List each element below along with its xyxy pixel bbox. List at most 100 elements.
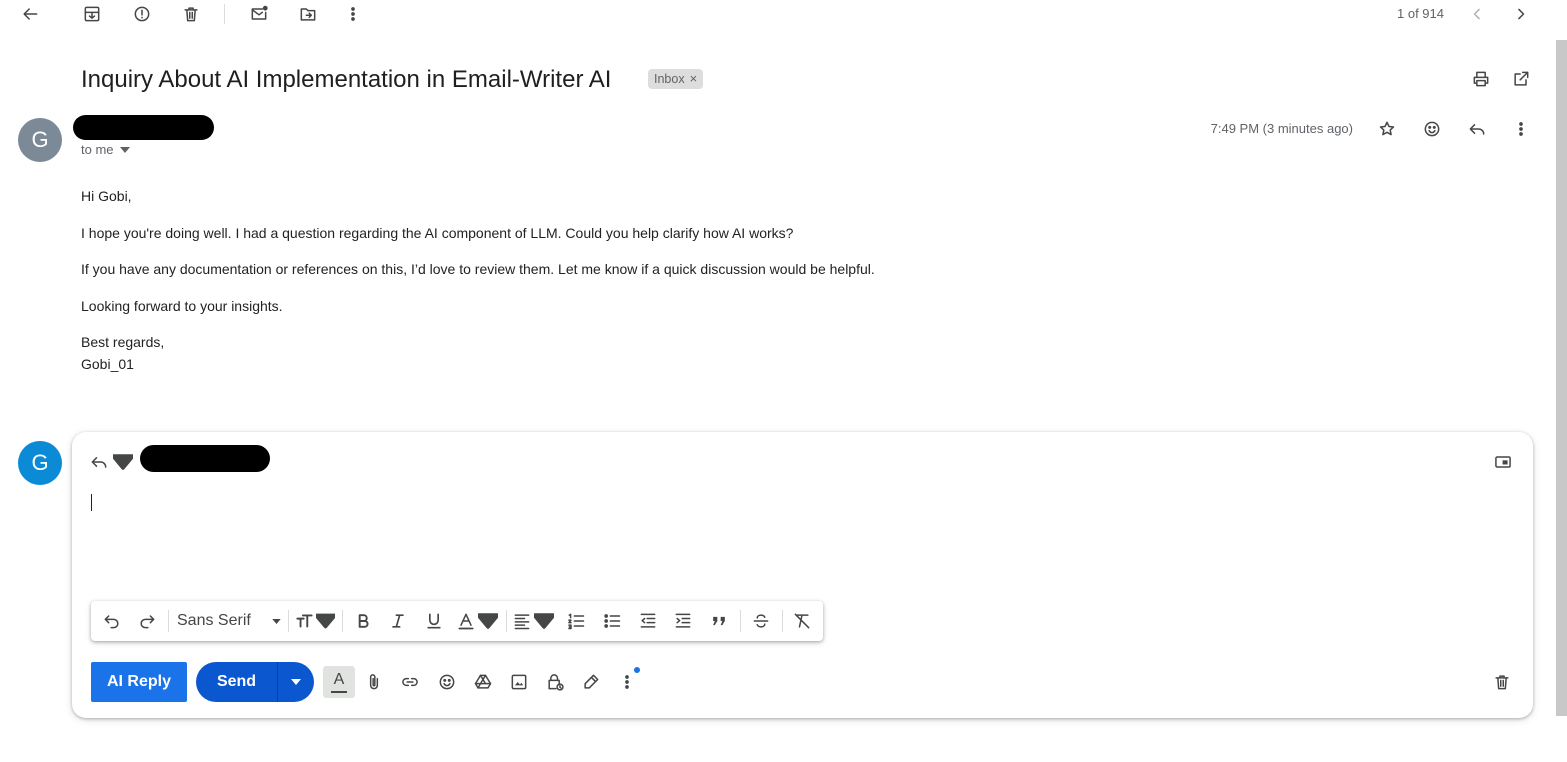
pop-out-reply-button[interactable] (1487, 446, 1519, 478)
quote-button[interactable] (703, 605, 735, 637)
body-signature: Gobi_01 (81, 356, 134, 372)
undo-button[interactable] (96, 605, 128, 637)
text-size-icon (296, 614, 313, 628)
attach-files-button[interactable] (358, 666, 390, 698)
insert-signature-button[interactable] (575, 666, 607, 698)
strikethrough-button[interactable] (745, 605, 777, 637)
body-paragraph-2: If you have any documentation or referen… (81, 261, 875, 277)
body-closing: Best regards, (81, 334, 165, 350)
emoji-icon (439, 674, 455, 690)
font-size-dropdown[interactable] (295, 605, 335, 637)
recipient-text: to me (81, 142, 114, 157)
indent-less-button[interactable] (632, 605, 664, 637)
format-divider (740, 610, 741, 632)
bulleted-list-icon (604, 614, 621, 628)
reply-button[interactable] (1461, 113, 1493, 145)
send-button-group: Send (196, 662, 314, 702)
align-dropdown[interactable] (511, 605, 555, 637)
mark-unread-icon (251, 5, 268, 20)
emoji-react-button[interactable] (1416, 113, 1448, 145)
insert-emoji-button[interactable] (431, 666, 463, 698)
paperclip-icon (369, 674, 379, 690)
insert-drive-file-button[interactable] (467, 666, 499, 698)
newer-button[interactable] (1461, 0, 1493, 30)
indent-more-icon (675, 613, 691, 628)
reply-user-avatar[interactable]: G (18, 441, 62, 485)
more-vert-icon (1519, 122, 1523, 136)
google-drive-icon (474, 674, 492, 689)
font-family-label: Sans Serif (177, 612, 251, 629)
recipient-details-toggle[interactable]: to me (81, 142, 130, 157)
mark-unread-button[interactable] (243, 0, 275, 30)
star-button[interactable] (1371, 113, 1403, 145)
chevron-left-icon (1473, 8, 1480, 20)
bulleted-list-button[interactable] (596, 605, 628, 637)
remove-label-button[interactable]: × (690, 69, 698, 89)
insert-photo-button[interactable] (503, 666, 535, 698)
open-new-window-button[interactable] (1505, 63, 1537, 95)
more-options-button[interactable] (337, 0, 369, 30)
italic-button[interactable] (382, 605, 414, 637)
quote-icon (713, 616, 725, 626)
archive-icon (84, 6, 100, 22)
caret-down-icon (291, 679, 301, 685)
trash-icon (184, 7, 198, 22)
notification-dot (634, 667, 640, 673)
send-button[interactable]: Send (196, 662, 277, 702)
formatting-options-toggle[interactable]: A (323, 666, 355, 698)
redo-button[interactable] (131, 605, 163, 637)
format-divider (342, 610, 343, 632)
confidential-mode-button[interactable] (539, 666, 571, 698)
star-icon (1379, 121, 1395, 136)
print-icon (1473, 71, 1489, 87)
remove-formatting-button[interactable] (786, 605, 818, 637)
lock-clock-icon (548, 674, 564, 691)
chevron-right-icon (1518, 8, 1525, 20)
more-vert-icon (625, 675, 629, 689)
underline-button[interactable] (418, 605, 450, 637)
open-in-new-icon (1514, 71, 1529, 86)
older-button[interactable] (1505, 0, 1537, 30)
redacted-sender-name (73, 115, 214, 140)
clear-formatting-icon (794, 613, 810, 629)
text-color-dropdown[interactable] (455, 605, 499, 637)
message-more-button[interactable] (1505, 113, 1537, 145)
format-divider (506, 610, 507, 632)
back-arrow-icon (23, 8, 38, 20)
link-icon (402, 677, 418, 687)
reply-icon (1469, 124, 1485, 135)
text-color-icon (458, 613, 474, 630)
undo-icon (104, 615, 119, 629)
scrollbar-thumb[interactable] (1556, 40, 1567, 716)
bold-button[interactable] (347, 605, 379, 637)
trash-icon (1495, 675, 1509, 690)
toolbar-divider (224, 4, 225, 24)
indent-more-button[interactable] (667, 605, 699, 637)
report-spam-button[interactable] (126, 0, 158, 30)
print-button[interactable] (1465, 63, 1497, 95)
insert-link-button[interactable] (394, 666, 426, 698)
numbered-list-button[interactable] (560, 605, 592, 637)
body-greeting: Hi Gobi, (81, 188, 132, 204)
format-divider (288, 610, 289, 632)
font-family-select[interactable]: Sans Serif (177, 611, 281, 631)
photo-icon (511, 674, 527, 690)
discard-draft-button[interactable] (1486, 666, 1518, 698)
move-to-button[interactable] (292, 0, 324, 30)
ai-reply-button[interactable]: AI Reply (91, 662, 187, 702)
delete-button[interactable] (175, 0, 207, 30)
formatting-toggle-glyph: A (333, 670, 345, 688)
redacted-recipient (140, 445, 270, 472)
archive-button[interactable] (76, 0, 108, 30)
body-paragraph-3: Looking forward to your insights. (81, 298, 283, 314)
back-button[interactable] (14, 0, 46, 30)
sender-avatar[interactable]: G (18, 118, 62, 162)
pop-out-icon (1495, 456, 1511, 468)
reply-body-editor[interactable] (88, 485, 1518, 585)
pen-icon (584, 674, 599, 689)
inbox-label-chip: Inbox × (648, 69, 704, 89)
email-timestamp: 7:49 PM (3 minutes ago) (1210, 121, 1353, 136)
message-counter: 1 of 914 (1397, 6, 1444, 21)
reply-type-dropdown[interactable] (88, 446, 134, 478)
format-divider (168, 610, 169, 632)
